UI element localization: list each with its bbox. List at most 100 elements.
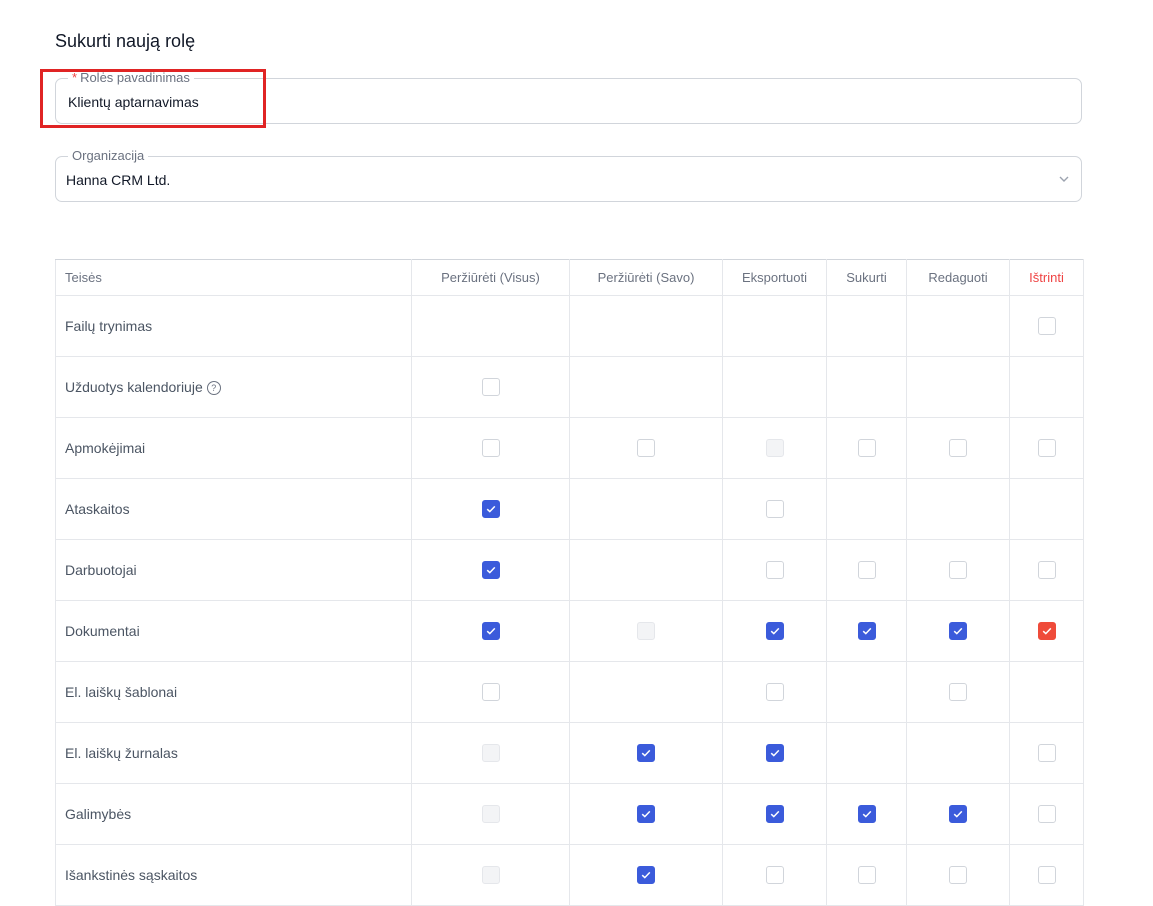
permission-cell (411, 600, 570, 662)
annotation-highlight-box (40, 69, 266, 128)
permission-cell (1009, 539, 1084, 601)
table-row: Darbuotojai (55, 539, 1084, 601)
permission-checkbox[interactable] (765, 500, 784, 518)
check-icon (641, 871, 651, 879)
permission-checkbox[interactable] (637, 805, 655, 823)
permission-checkbox[interactable] (1037, 805, 1056, 823)
permission-name-cell: Darbuotojai (55, 539, 412, 601)
permission-checkbox[interactable] (857, 561, 876, 579)
permission-checkbox[interactable] (481, 683, 500, 701)
column-header: Teisės (55, 259, 412, 296)
organization-select[interactable]: Organizacija Hanna CRM Ltd. (55, 149, 1082, 202)
permission-checkbox[interactable] (481, 378, 500, 396)
permission-checkbox[interactable] (637, 439, 655, 457)
table-row: Išankstinės sąskaitos (55, 844, 1084, 906)
permission-cell (906, 783, 1010, 845)
permission-checkbox[interactable] (765, 683, 784, 701)
permission-checkbox[interactable] (857, 805, 876, 823)
permission-cell (1009, 661, 1084, 723)
permission-name: El. laiškų žurnalas (65, 745, 178, 761)
permission-cell (722, 844, 827, 906)
permission-cell (826, 478, 907, 540)
check-icon (862, 627, 871, 635)
permission-cell (906, 661, 1010, 723)
permission-cell (722, 722, 827, 784)
permission-checkbox[interactable] (1037, 439, 1056, 457)
page-title: Sukurti naują rolę (55, 31, 196, 51)
permission-checkbox[interactable] (949, 805, 967, 823)
permission-cell (906, 539, 1010, 601)
permission-name: Ataskaitos (65, 501, 130, 517)
permission-cell (826, 600, 907, 662)
table-row: Dokumentai (55, 600, 1084, 662)
permission-checkbox[interactable] (857, 866, 876, 884)
permission-checkbox[interactable] (481, 622, 500, 640)
permission-cell (826, 295, 907, 357)
permission-checkbox[interactable] (1037, 622, 1056, 640)
permission-name: Darbuotojai (65, 562, 137, 578)
chevron-down-icon[interactable] (1057, 172, 1071, 186)
question-circle-icon[interactable]: ? (206, 381, 221, 396)
permission-name: Išankstinės sąskaitos (65, 867, 198, 883)
permission-checkbox[interactable] (637, 744, 655, 762)
permission-checkbox[interactable] (1037, 866, 1056, 884)
check-icon (486, 566, 495, 574)
permission-cell (569, 356, 723, 418)
permission-checkbox[interactable] (949, 561, 967, 579)
permission-checkbox[interactable] (949, 439, 967, 457)
check-icon (770, 810, 779, 818)
permission-cell (1009, 722, 1084, 784)
permission-checkbox[interactable] (637, 866, 655, 884)
permission-name-cell: Dokumentai (55, 600, 412, 662)
permission-name-cell: Užduotys kalendoriuje? (55, 356, 412, 418)
permission-cell (1009, 478, 1084, 540)
permission-checkbox[interactable] (765, 561, 784, 579)
permission-name-cell: Apmokėjimai (55, 417, 412, 479)
check-icon (641, 749, 651, 757)
permission-cell (906, 722, 1010, 784)
permission-checkbox[interactable] (765, 744, 784, 762)
table-row: El. laiškų šablonai (55, 661, 1084, 723)
permission-cell (411, 417, 570, 479)
permission-name-cell: Ataskaitos (55, 478, 412, 540)
permission-cell (826, 722, 907, 784)
permission-cell (411, 844, 570, 906)
permission-cell (569, 661, 723, 723)
permission-cell (411, 783, 570, 845)
permission-checkbox[interactable] (1037, 744, 1056, 762)
table-row: Ataskaitos (55, 478, 1084, 540)
column-header: Peržiūrėti (Visus) (411, 259, 570, 296)
permission-checkbox[interactable] (481, 561, 500, 579)
permission-name-cell: El. laiškų žurnalas (55, 722, 412, 784)
permission-cell (906, 295, 1010, 357)
permission-checkbox[interactable] (481, 439, 500, 457)
permission-checkbox[interactable] (1037, 561, 1056, 579)
permission-checkbox[interactable] (765, 805, 784, 823)
permission-cell (569, 783, 723, 845)
check-icon (862, 810, 871, 818)
permission-cell (411, 295, 570, 357)
permission-checkbox[interactable] (949, 866, 967, 884)
permission-checkbox[interactable] (857, 439, 876, 457)
permission-cell (411, 661, 570, 723)
permission-name: El. laiškų šablonai (65, 684, 178, 700)
permission-cell (411, 722, 570, 784)
permission-cell (411, 356, 570, 418)
permission-checkbox[interactable] (949, 622, 967, 640)
permission-checkbox[interactable] (765, 622, 784, 640)
permission-cell (722, 783, 827, 845)
permission-cell (569, 844, 723, 906)
permission-checkbox[interactable] (949, 683, 967, 701)
permission-checkbox (481, 744, 500, 762)
permission-checkbox[interactable] (857, 622, 876, 640)
permission-name-cell: Failų trynimas (55, 295, 412, 357)
table-row: Failų trynimas (55, 295, 1084, 357)
permission-name-cell: Galimybės (55, 783, 412, 845)
permission-cell (722, 539, 827, 601)
column-header: Sukurti (826, 259, 907, 296)
permission-cell (906, 844, 1010, 906)
permission-checkbox[interactable] (765, 866, 784, 884)
permission-checkbox[interactable] (1037, 317, 1056, 335)
permission-checkbox[interactable] (481, 500, 500, 518)
check-icon (953, 627, 963, 635)
